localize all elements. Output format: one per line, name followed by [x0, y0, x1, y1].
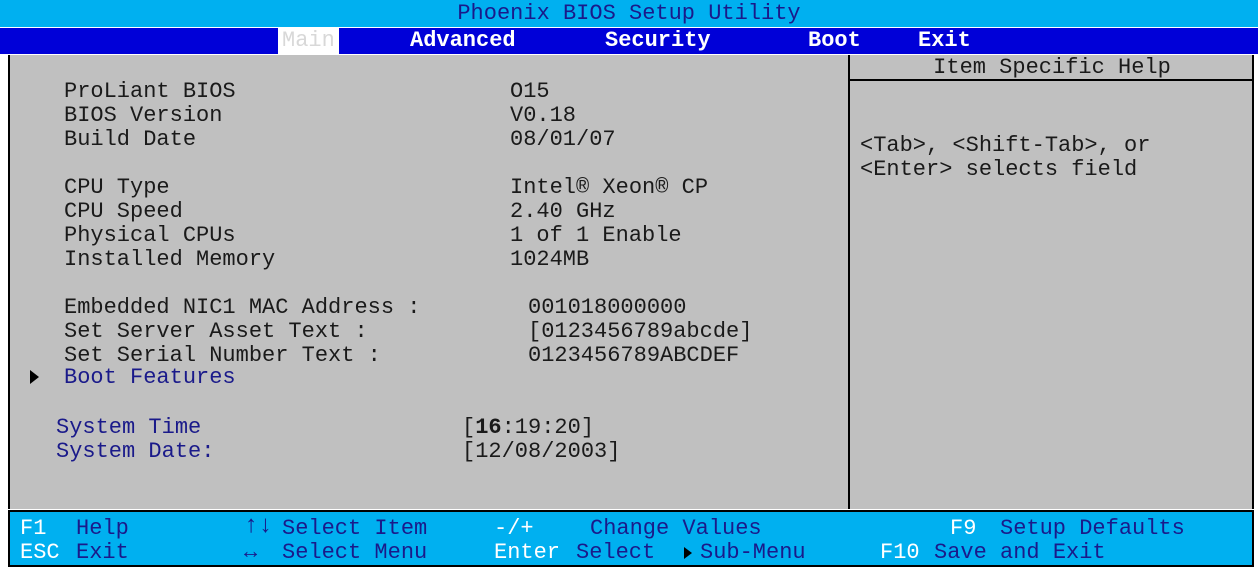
system-date-label: System Date: [56, 439, 215, 464]
system-date-value[interactable]: [12/08/2003] [462, 440, 620, 464]
updown-desc: Select Item [282, 516, 428, 541]
system-time-rest: :19:20] [501, 415, 595, 440]
f1-desc: Help [76, 516, 129, 541]
esc-key: ESC [20, 540, 60, 565]
cpu-type-value: Intel® Xeon® CP [510, 175, 709, 200]
f9-key: F9 [950, 516, 977, 541]
menu-bar: Main Advanced Security Boot Exit [0, 28, 1258, 54]
bios-version-label: BIOS Version [64, 103, 223, 128]
cpu-speed-label: CPU Speed [64, 199, 183, 224]
help-header: Item Specific Help [850, 55, 1254, 81]
panel-divider [848, 55, 850, 509]
bios-version-value: V0.18 [510, 103, 577, 128]
plusminus-key: -/+ [494, 516, 534, 541]
physical-cpus-label: Physical CPUs [64, 223, 236, 248]
system-time-hour[interactable]: 16 [475, 415, 501, 440]
leftright-desc: Select Menu [282, 540, 428, 565]
f10-key: F10 [880, 540, 920, 565]
leftright-arrows-icon: ↔ [244, 540, 258, 565]
cpu-speed-value: 2.40 GHz [510, 199, 616, 224]
proliant-bios-label: ProLiant BIOS [64, 79, 236, 104]
build-date-label: Build Date [64, 127, 197, 152]
f9-desc: Setup Defaults [1000, 516, 1185, 541]
installed-memory-label: Installed Memory [64, 247, 276, 272]
submenu-arrow-icon [30, 370, 39, 384]
installed-memory-value: 1024MB [510, 247, 590, 272]
physical-cpus-value: 1 of 1 Enable [510, 223, 682, 248]
enter-desc: Select [576, 540, 656, 565]
boot-features-item[interactable]: Boot Features [64, 366, 236, 390]
tab-main[interactable]: Main [278, 28, 339, 54]
help-line-1: <Tab>, <Shift-Tab>, or [860, 133, 1151, 158]
help-line-2: <Enter> selects field [860, 157, 1138, 182]
system-time-value[interactable]: [16:19:20] [462, 416, 594, 440]
asset-text-value[interactable]: [0123456789abcde] [528, 320, 752, 344]
window-title: Phoenix BIOS Setup Utility [0, 0, 1258, 27]
build-date-value: 08/01/07 [510, 127, 616, 152]
updown-arrows-icon: ↑↓ [244, 513, 273, 540]
submenu-desc: Sub-Menu [700, 540, 806, 565]
nic-mac-value: 001018000000 [528, 295, 687, 320]
serial-text-value[interactable]: 0123456789ABCDEF [528, 344, 739, 368]
enter-key: Enter [494, 540, 561, 565]
esc-desc: Exit [76, 540, 129, 565]
system-time-open: [ [462, 415, 476, 440]
f10-desc: Save and Exit [934, 540, 1106, 565]
nic-mac-label: Embedded NIC1 MAC Address : [64, 295, 421, 320]
submenu-arrow-icon [684, 547, 692, 559]
asset-text-label: Set Server Asset Text : [64, 319, 368, 344]
tab-security[interactable]: Security [605, 28, 711, 54]
tab-exit[interactable]: Exit [918, 28, 971, 54]
system-time-label: System Time [56, 415, 202, 440]
proliant-bios-value: O15 [510, 79, 550, 104]
tab-advanced[interactable]: Advanced [410, 28, 516, 54]
f1-key: F1 [20, 516, 47, 541]
plusminus-desc: Change Values [590, 516, 762, 541]
tab-boot[interactable]: Boot [808, 28, 861, 54]
cpu-type-label: CPU Type [64, 175, 170, 200]
